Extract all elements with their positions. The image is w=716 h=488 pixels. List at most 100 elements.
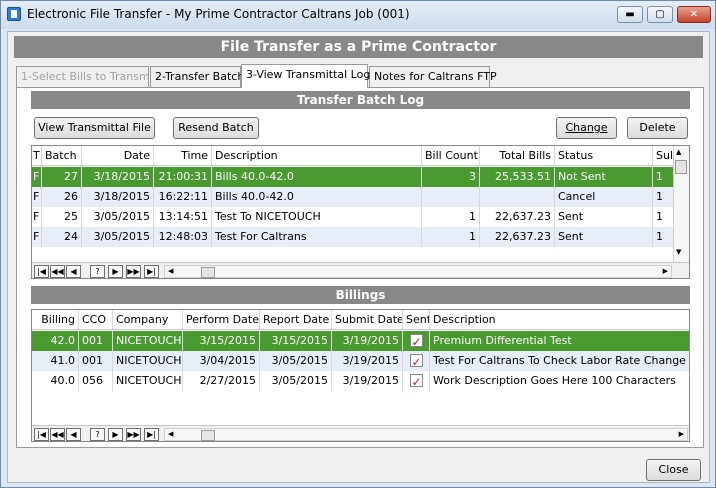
scroll-thumb[interactable] xyxy=(201,267,215,278)
table-row[interactable]: F 26 3/18/2015 16:22:11 Bills 40.0-42.0 … xyxy=(32,187,689,207)
scroll-right-icon[interactable]: ▶ xyxy=(679,429,684,440)
cell-batch: 24 xyxy=(42,227,82,247)
table-row[interactable]: F 27 3/18/2015 21:00:31 Bills 40.0-42.0 … xyxy=(32,167,689,187)
close-window-button[interactable]: ✕ xyxy=(677,6,711,23)
col-bill-count[interactable]: Bill Count xyxy=(422,146,480,166)
cell-sub: 1 xyxy=(653,227,675,247)
title-bar[interactable]: Electronic File Transfer - My Prime Cont… xyxy=(1,1,715,29)
cell-perform-date: 3/15/2015 xyxy=(183,331,260,351)
prev-record-button[interactable]: ◀ xyxy=(66,428,81,441)
prev-record-button[interactable]: ◀ xyxy=(66,265,81,278)
col-description[interactable]: Description xyxy=(430,310,689,330)
last-record-button[interactable]: ▶| xyxy=(144,428,159,441)
cell-cco: 056 xyxy=(79,371,113,391)
view-transmittal-file-button[interactable]: View Transmittal File xyxy=(34,117,155,139)
col-sent[interactable]: Sent xyxy=(403,310,430,330)
scroll-left-icon[interactable]: ◀ xyxy=(168,429,173,440)
col-description[interactable]: Description xyxy=(212,146,422,166)
resend-batch-button[interactable]: Resend Batch xyxy=(173,117,259,139)
sent-checkbox[interactable] xyxy=(409,332,423,351)
col-date[interactable]: Date xyxy=(82,146,154,166)
table-row[interactable]: 41.0 001 NICETOUCH 3/04/2015 3/05/2015 3… xyxy=(32,351,689,371)
first-record-button[interactable]: |◀ xyxy=(34,428,49,441)
scroll-down-icon[interactable]: ▼ xyxy=(676,248,681,256)
cell-perform-date: 2/27/2015 xyxy=(183,371,260,391)
col-cco[interactable]: CCO xyxy=(79,310,113,330)
table-row[interactable]: 40.0 056 NICETOUCH 2/27/2015 3/05/2015 3… xyxy=(32,371,689,391)
batch-log-grid[interactable]: T Batch Date Time Description Bill Count… xyxy=(31,145,690,279)
batch-log-title: Transfer Batch Log xyxy=(31,91,690,109)
app-window: Electronic File Transfer - My Prime Cont… xyxy=(0,0,716,488)
cell-billing: 40.0 xyxy=(32,371,79,391)
cell-description: Premium Differential Test xyxy=(433,334,572,347)
table-row[interactable]: 42.0 001 NICETOUCH 3/15/2015 3/15/2015 3… xyxy=(32,331,689,351)
prev-page-button[interactable]: ◀◀ xyxy=(50,428,65,441)
tab-view-transmittal-log[interactable]: 3-View Transmittal Log xyxy=(241,64,370,88)
table-row[interactable]: F 24 3/05/2015 12:48:03 Test For Caltran… xyxy=(32,227,689,247)
next-page-button[interactable]: ▶▶ xyxy=(126,428,141,441)
col-report-date[interactable]: Report Date xyxy=(260,310,332,330)
tab-notes-caltrans-ftp[interactable]: Notes for Caltrans FTP xyxy=(369,66,497,87)
scroll-thumb[interactable] xyxy=(201,430,215,441)
cell-time: 12:48:03 xyxy=(154,227,212,247)
cell-description: Work Description Goes Here 100 Character… xyxy=(433,374,676,387)
vertical-scrollbar[interactable]: ▲ ▼ xyxy=(673,146,689,262)
horizontal-scrollbar[interactable]: ◀ ▶ xyxy=(164,265,672,278)
col-total-bills[interactable]: Total Bills xyxy=(480,146,555,166)
cell-batch: 27 xyxy=(42,167,82,187)
col-billing[interactable]: Billing xyxy=(32,310,79,330)
next-record-button[interactable]: ▶ xyxy=(108,428,123,441)
cell-submit-date: 3/19/2015 xyxy=(332,351,403,371)
col-status[interactable]: Status xyxy=(555,146,653,166)
help-button[interactable]: ? xyxy=(90,265,105,278)
cell-description: Test For Caltrans xyxy=(212,227,422,247)
cell-t: F xyxy=(32,187,42,207)
cell-sent[interactable] xyxy=(403,371,430,391)
scroll-right-icon[interactable]: ▶ xyxy=(663,266,668,277)
sent-checkbox[interactable] xyxy=(409,352,423,371)
cell-cco: 001 xyxy=(79,351,113,371)
col-company[interactable]: Company xyxy=(113,310,183,330)
tab-transfer-batch[interactable]: 2-Transfer Batch xyxy=(150,66,244,87)
close-button[interactable]: Close xyxy=(646,459,701,481)
cell-sent[interactable] xyxy=(403,351,430,371)
cell-company: NICETOUCH xyxy=(113,371,183,391)
cell-submit-date: 3/19/2015 xyxy=(332,371,403,391)
sent-checkbox[interactable] xyxy=(409,372,423,391)
col-sub[interactable]: Sul xyxy=(653,146,675,166)
horizontal-scrollbar[interactable]: ◀ ▶ xyxy=(164,428,688,441)
tab-select-bills[interactable]: 1-Select Bills to Transmit xyxy=(16,66,157,87)
prev-page-button[interactable]: ◀◀ xyxy=(50,265,65,278)
scroll-left-icon[interactable]: ◀ xyxy=(168,266,173,277)
scroll-up-icon[interactable]: ▲ xyxy=(676,148,681,156)
col-t[interactable]: T xyxy=(32,146,42,166)
cell-t: F xyxy=(32,167,42,187)
col-time[interactable]: Time xyxy=(154,146,212,166)
cell-perform-date: 3/04/2015 xyxy=(183,351,260,371)
cell-time: 21:00:31 xyxy=(154,167,212,187)
cell-billing: 42.0 xyxy=(32,331,79,351)
col-batch[interactable]: Batch xyxy=(42,146,82,166)
last-record-button[interactable]: ▶| xyxy=(144,265,159,278)
cell-sub: 1 xyxy=(653,187,675,207)
batch-grid-header: T Batch Date Time Description Bill Count… xyxy=(32,146,689,166)
help-button[interactable]: ? xyxy=(90,428,105,441)
delete-button[interactable]: Delete xyxy=(627,117,688,139)
maximize-button[interactable]: ▢ xyxy=(647,6,673,23)
billings-grid-header: Billing CCO Company Perform Date Report … xyxy=(32,310,689,330)
change-button-label: Change xyxy=(565,121,608,134)
scroll-thumb[interactable] xyxy=(675,160,687,174)
cell-sent[interactable] xyxy=(403,331,430,351)
first-record-button[interactable]: |◀ xyxy=(34,265,49,278)
table-row[interactable]: F 25 3/05/2015 13:14:51 Test To NICETOUC… xyxy=(32,207,689,227)
batch-nav-bar: |◀ ◀◀ ◀ ? ▶ ▶▶ ▶| ◀ ▶ xyxy=(32,262,689,278)
minimize-button[interactable]: ▬ xyxy=(617,6,643,23)
change-button[interactable]: Change xyxy=(556,117,617,139)
col-submit-date[interactable]: Submit Date xyxy=(332,310,403,330)
cell-date: 3/05/2015 xyxy=(82,207,154,227)
col-perform-date[interactable]: Perform Date xyxy=(183,310,260,330)
tab-panel: Transfer Batch Log View Transmittal File… xyxy=(16,87,704,448)
next-record-button[interactable]: ▶ xyxy=(108,265,123,278)
billings-grid[interactable]: Billing CCO Company Perform Date Report … xyxy=(31,309,690,442)
next-page-button[interactable]: ▶▶ xyxy=(126,265,141,278)
